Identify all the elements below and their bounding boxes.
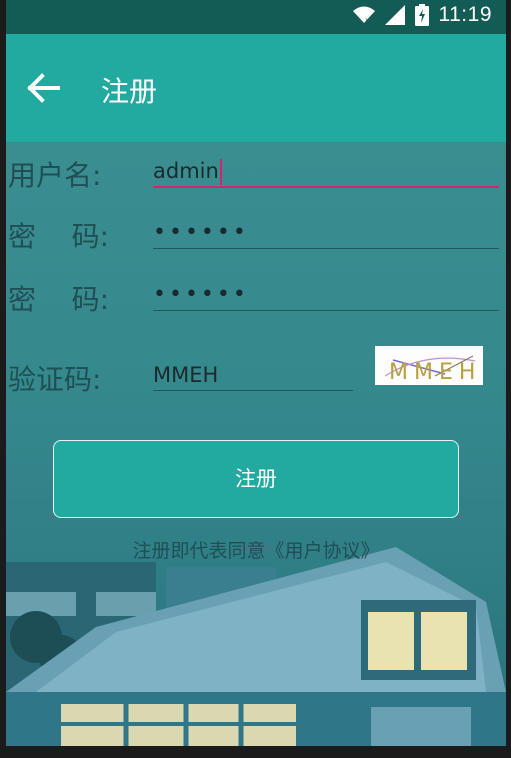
svg-text:x: x (365, 16, 370, 24)
username-input[interactable]: admin (153, 156, 499, 188)
captcha-input[interactable]: MMEH (153, 360, 353, 391)
battery-charging-icon (414, 4, 429, 26)
confirm-password-input[interactable]: •••••• (153, 280, 499, 311)
arrow-left-icon (27, 73, 60, 103)
app-bar: 注册 (6, 34, 506, 142)
captcha-image-text: MMEH (389, 360, 481, 385)
username-value: admin (153, 159, 219, 183)
username-label: 用户名: (8, 159, 102, 192)
password-label: 密 码: (8, 220, 110, 253)
wifi-icon: x (352, 6, 375, 24)
signal-icon (384, 5, 405, 25)
register-form: 用户名: admin 密 码: •••••• 密 码: •••••• 验证码: … (6, 142, 506, 746)
captcha-image[interactable]: MMEH (375, 346, 483, 385)
captcha-label: 验证码: (8, 363, 102, 396)
status-bar: x 11:19 (6, 0, 506, 34)
user-agreement-link[interactable]: 注册即代表同意《用户协议》 (6, 536, 506, 563)
register-button[interactable]: 注册 (53, 440, 459, 518)
back-button[interactable] (24, 70, 68, 106)
text-cursor (219, 159, 222, 185)
page-title: 注册 (101, 75, 158, 108)
status-time: 11:19 (438, 3, 492, 26)
bottom-edge (0, 746, 511, 758)
confirm-password-label: 密 码: (8, 283, 110, 316)
password-input[interactable]: •••••• (153, 218, 499, 249)
